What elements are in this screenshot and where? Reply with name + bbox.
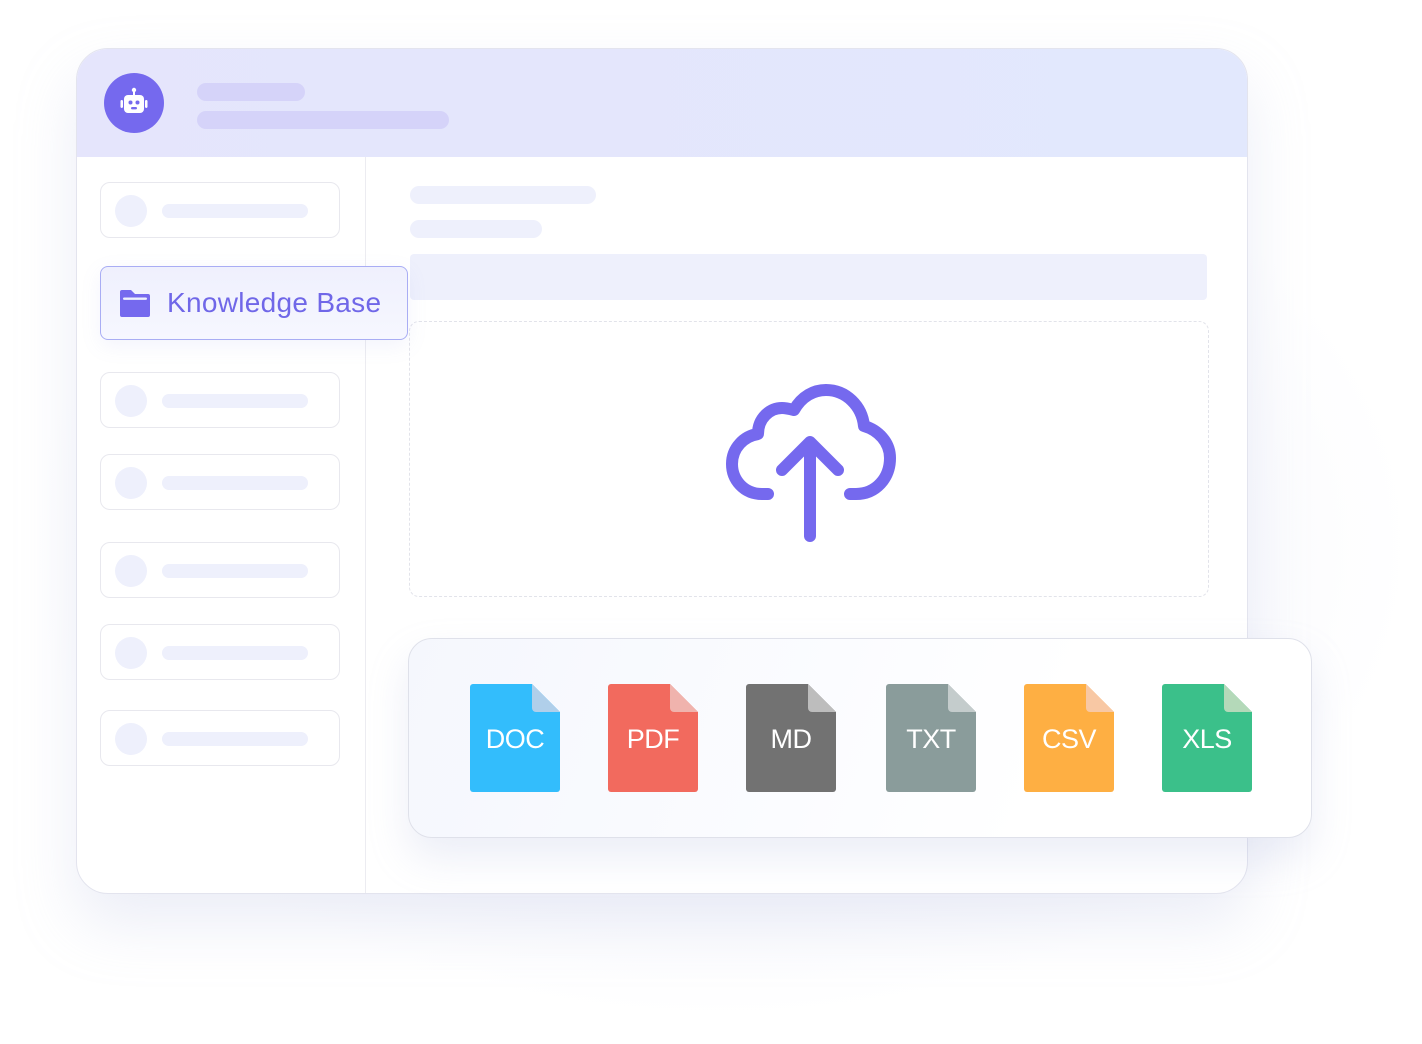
folder-icon xyxy=(120,290,150,317)
file-type-xls[interactable]: XLS xyxy=(1162,684,1254,792)
item-icon-placeholder xyxy=(115,555,147,587)
upload-dropzone[interactable] xyxy=(409,321,1209,597)
content-subtitle-placeholder xyxy=(410,220,542,238)
item-icon-placeholder xyxy=(115,723,147,755)
sidebar-item-placeholder[interactable] xyxy=(100,710,340,766)
item-icon-placeholder xyxy=(115,467,147,499)
file-type-pdf[interactable]: PDF xyxy=(608,684,700,792)
item-label-placeholder xyxy=(162,732,308,746)
file-type-csv[interactable]: CSV xyxy=(1024,684,1116,792)
file-corner-fold xyxy=(532,684,560,712)
app-header xyxy=(77,49,1247,157)
item-label-placeholder xyxy=(162,646,308,660)
file-type-md[interactable]: MD xyxy=(746,684,838,792)
header-title-placeholder xyxy=(197,83,305,101)
file-corner-fold xyxy=(1086,684,1114,712)
file-corner-fold xyxy=(1224,684,1252,712)
file-type-label: XLS xyxy=(1182,724,1232,754)
sidebar-item-placeholder[interactable] xyxy=(100,454,340,510)
item-label-placeholder xyxy=(162,394,308,408)
sidebar-item-placeholder[interactable] xyxy=(100,372,340,428)
bot-avatar[interactable] xyxy=(104,73,164,133)
file-type-label: PDF xyxy=(626,724,680,754)
item-icon-placeholder xyxy=(115,385,147,417)
robot-icon xyxy=(120,87,148,113)
file-type-doc[interactable]: DOC xyxy=(470,684,562,792)
cloud-upload-icon xyxy=(726,384,896,542)
file-corner-fold xyxy=(948,684,976,712)
item-icon-placeholder xyxy=(115,637,147,669)
item-label-placeholder xyxy=(162,564,308,578)
content-input-placeholder xyxy=(410,254,1207,300)
file-type-txt[interactable]: TXT xyxy=(886,684,978,792)
sidebar-item-label: Knowledge Base xyxy=(167,287,382,318)
item-icon-placeholder xyxy=(115,195,147,227)
supported-file-types-card: DOC PDF MD TXT CSV XLS xyxy=(408,638,1312,838)
file-type-label: CSV xyxy=(1041,724,1097,754)
content-title-placeholder xyxy=(410,186,596,204)
sidebar-item-knowledge-base[interactable]: Knowledge Base xyxy=(100,266,408,340)
sidebar-item-placeholder[interactable] xyxy=(100,182,340,238)
file-corner-fold xyxy=(808,684,836,712)
header-subtitle-placeholder xyxy=(197,111,449,129)
file-type-label: TXT xyxy=(906,724,956,754)
file-corner-fold xyxy=(670,684,698,712)
sidebar-item-placeholder[interactable] xyxy=(100,542,340,598)
item-label-placeholder xyxy=(162,204,308,218)
file-type-label: DOC xyxy=(485,724,545,754)
item-label-placeholder xyxy=(162,476,308,490)
file-type-label: MD xyxy=(770,724,813,754)
sidebar-item-placeholder[interactable] xyxy=(100,624,340,680)
